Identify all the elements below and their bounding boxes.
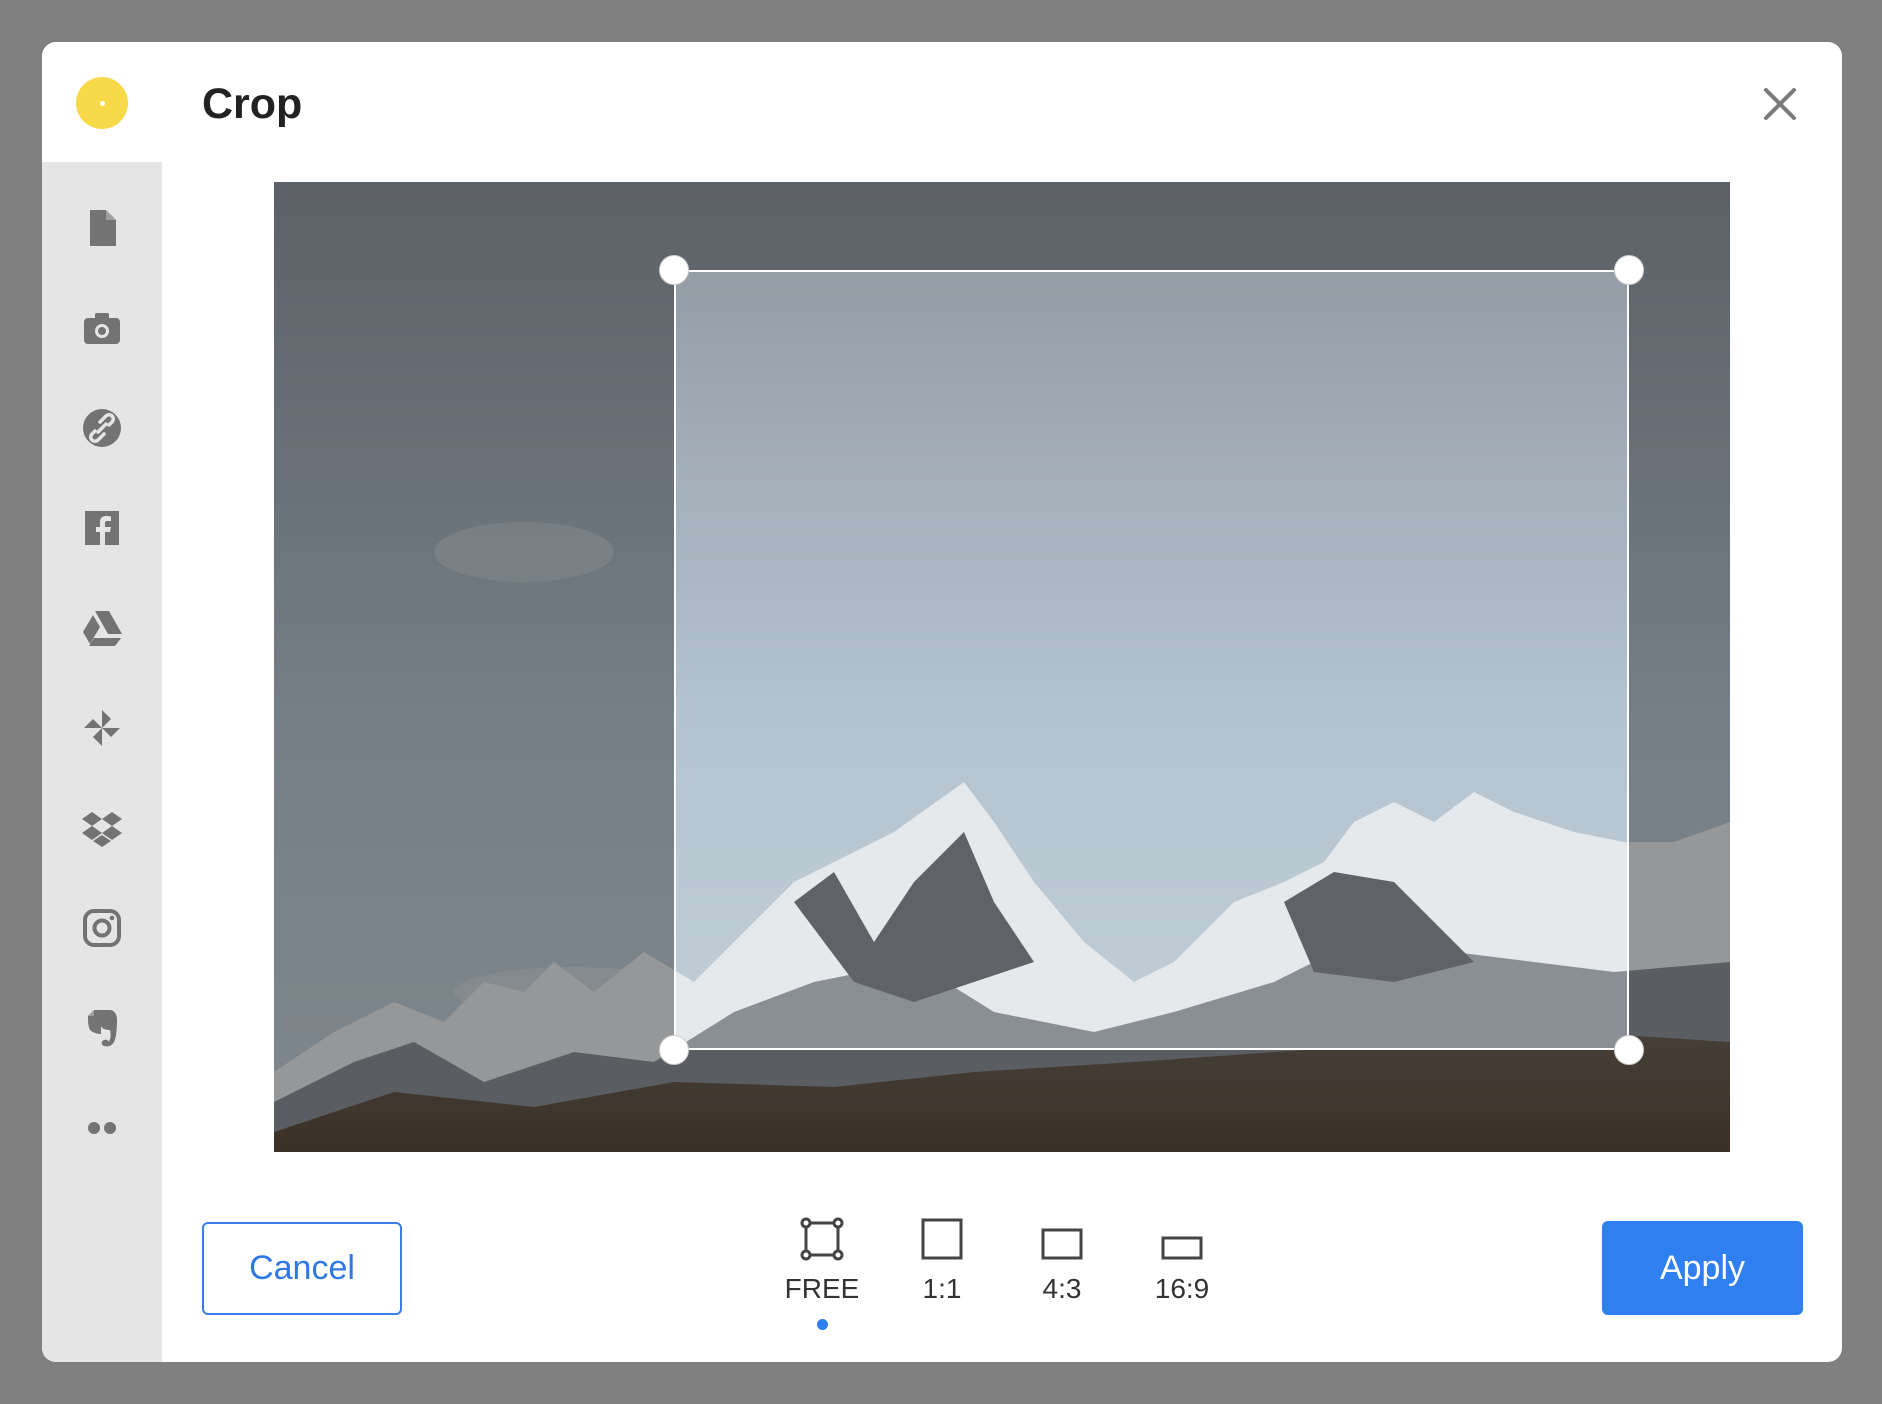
google-photos-icon[interactable] [78,704,126,752]
sixteen-nine-ratio-icon [1160,1205,1204,1261]
sidebar-sources [42,162,162,1362]
ratio-4-3-label: 4:3 [1042,1273,1082,1304]
crop-handle-top-right[interactable] [1614,255,1644,285]
crop-selection[interactable] [674,270,1629,1050]
camera-icon[interactable] [78,304,126,352]
instagram-icon[interactable] [78,904,126,952]
ratio-16-9-label: 16:9 [1154,1273,1210,1304]
source-sidebar [42,42,162,1362]
ratio-16-9-option[interactable]: 16:9 [1127,1205,1237,1355]
ratio-1-1-option[interactable]: 1:1 [887,1205,997,1355]
apply-button[interactable]: Apply [1602,1221,1803,1315]
selected-indicator [816,1319,828,1330]
crop-canvas[interactable] [274,182,1730,1152]
four-three-ratio-icon [1040,1205,1084,1261]
close-icon[interactable] [1758,82,1802,126]
logo-icon [76,77,128,129]
sidebar-header [42,42,162,162]
file-icon[interactable] [78,204,126,252]
square-ratio-icon [920,1205,964,1261]
ratio-free-option[interactable]: FREE [767,1205,877,1355]
crop-handle-bottom-left[interactable] [659,1035,689,1065]
dialog-title: Crop [202,80,303,128]
dropbox-icon[interactable] [78,804,126,852]
crop-handle-top-left[interactable] [659,255,689,285]
more-icon[interactable] [78,1104,126,1152]
evernote-icon[interactable] [78,1004,126,1052]
google-drive-icon[interactable] [78,604,126,652]
facebook-icon[interactable] [78,504,126,552]
crop-handle-bottom-right[interactable] [1614,1035,1644,1065]
crop-dialog: Crop Cancel FREE 1:1 4:3 16:9 Apply [42,42,1842,1362]
ratio-1-1-label: 1:1 [922,1273,962,1304]
ratio-4-3-option[interactable]: 4:3 [1007,1205,1117,1355]
link-icon[interactable] [78,404,126,452]
free-crop-icon [800,1205,844,1261]
cancel-button[interactable]: Cancel [202,1222,402,1315]
ratio-free-label: FREE [784,1273,860,1304]
